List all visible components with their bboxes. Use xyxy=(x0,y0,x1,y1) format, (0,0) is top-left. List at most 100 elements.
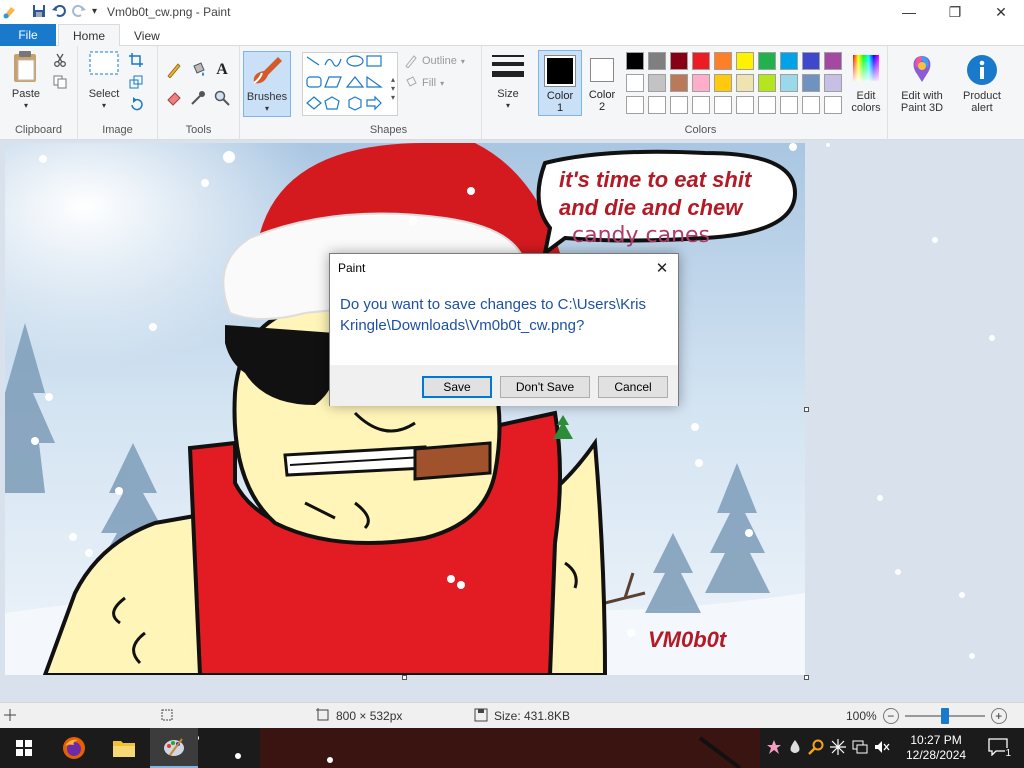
resize-handle-corner[interactable] xyxy=(804,675,809,680)
tab-file[interactable]: File xyxy=(0,24,56,46)
palette-swatch[interactable] xyxy=(780,74,798,92)
crop-icon[interactable] xyxy=(128,52,144,68)
save-icon[interactable] xyxy=(32,4,46,21)
dialog-title: Paint xyxy=(338,261,366,275)
fill-button[interactable]: Fill ▾ xyxy=(404,76,444,90)
zoom-out-icon[interactable]: − xyxy=(882,708,899,724)
redo-icon[interactable] xyxy=(72,4,86,21)
tab-home[interactable]: Home xyxy=(58,24,121,47)
palette-swatch[interactable] xyxy=(824,96,842,114)
volume-muted-icon[interactable] xyxy=(874,740,890,757)
palette-swatch[interactable] xyxy=(626,52,644,70)
shapes-scroll-icon[interactable]: ▴ ▾ ▾ xyxy=(391,75,395,102)
taskbar-file-explorer[interactable] xyxy=(100,728,148,768)
palette-swatch[interactable] xyxy=(802,74,820,92)
palette-swatch[interactable] xyxy=(736,52,754,70)
notification-center-button[interactable]: 1 xyxy=(988,738,1013,760)
palette-swatch[interactable] xyxy=(802,52,820,70)
search-tray-icon[interactable] xyxy=(808,739,824,758)
text-icon[interactable]: A xyxy=(214,61,230,78)
magnifier-icon[interactable] xyxy=(214,90,230,106)
minimize-button[interactable]: — xyxy=(886,0,932,24)
colors-group-label: Colors xyxy=(684,124,717,136)
palette-swatch[interactable] xyxy=(758,74,776,92)
resize-icon[interactable] xyxy=(128,74,144,90)
tab-view[interactable]: View xyxy=(120,24,174,47)
palette-swatch[interactable] xyxy=(670,74,688,92)
palette-swatch[interactable] xyxy=(692,74,710,92)
close-button[interactable]: ✕ xyxy=(978,0,1024,24)
dont-save-button[interactable]: Don't Save xyxy=(500,376,590,398)
palette-swatch[interactable] xyxy=(824,52,842,70)
rotate-icon[interactable] xyxy=(128,96,144,112)
fill-bucket-icon[interactable] xyxy=(190,62,206,78)
clipboard-group: Paste ▾ Clipboard xyxy=(0,46,78,140)
file-size-text: Size: 431.8KB xyxy=(494,709,571,723)
zoom-in-icon[interactable]: + xyxy=(990,708,1007,724)
palette-swatch[interactable] xyxy=(714,74,732,92)
palette-swatch[interactable] xyxy=(648,96,666,114)
resize-handle-right[interactable] xyxy=(804,407,809,412)
resize-handle-bottom[interactable] xyxy=(402,675,407,680)
palette-swatch[interactable] xyxy=(714,52,732,70)
zoom-slider-thumb[interactable] xyxy=(940,708,949,724)
palette-swatch[interactable] xyxy=(758,52,776,70)
palette-swatch[interactable] xyxy=(648,52,666,70)
customize-toolbar-icon[interactable]: ▾ xyxy=(92,4,97,20)
eraser-icon[interactable] xyxy=(166,90,182,106)
palette-swatch[interactable] xyxy=(780,52,798,70)
palette-swatch[interactable] xyxy=(736,74,754,92)
cut-icon[interactable] xyxy=(52,52,68,68)
undo-icon[interactable] xyxy=(52,4,66,21)
cancel-button[interactable]: Cancel xyxy=(598,376,668,398)
palette-swatch[interactable] xyxy=(824,74,842,92)
palette-swatch[interactable] xyxy=(670,96,688,114)
network-icon[interactable] xyxy=(852,740,868,757)
edit-with-paint3d-button[interactable]: Edit with Paint 3D xyxy=(892,54,952,114)
size-icon xyxy=(492,55,524,77)
paint-canvas[interactable]: it's time to eat shit and die and chew c… xyxy=(5,143,805,675)
paint3d-label2: Paint 3D xyxy=(900,102,944,114)
ribbon-tabs: File Home View xyxy=(0,24,1024,47)
color-picker-icon[interactable] xyxy=(190,90,206,106)
maximize-button[interactable]: ❐ xyxy=(932,0,978,24)
outline-button[interactable]: Outline ▾ xyxy=(404,54,465,68)
fill-label: Fill xyxy=(422,77,437,89)
palette-swatch[interactable] xyxy=(670,52,688,70)
start-button[interactable] xyxy=(0,728,48,768)
shapes-group: ▴ ▾ ▾ Outline ▾ Fill ▾ Shapes xyxy=(296,46,482,140)
product-alert-button[interactable]: Product alert xyxy=(956,54,1008,114)
palette-swatch[interactable] xyxy=(648,74,666,92)
tray-app-icon[interactable] xyxy=(766,739,782,758)
palette-swatch[interactable] xyxy=(692,96,710,114)
clipboard-group-label: Clipboard xyxy=(14,124,63,136)
brushes-label: Brushes xyxy=(246,91,288,103)
select-dropdown-icon: ▾ xyxy=(101,101,106,110)
palette-swatch[interactable] xyxy=(758,96,776,114)
palette-swatch[interactable] xyxy=(780,96,798,114)
palette-swatch[interactable] xyxy=(626,96,644,114)
edit-colors-button[interactable]: Edit colors xyxy=(846,54,886,114)
taskbar-paint[interactable] xyxy=(150,728,198,768)
sun-tray-icon[interactable] xyxy=(830,738,846,758)
size-button[interactable]: Size ▾ xyxy=(488,54,528,112)
paste-button[interactable]: Paste ▾ xyxy=(6,50,46,112)
shapes-gallery[interactable]: ▴ ▾ ▾ xyxy=(302,52,398,116)
pencil-icon[interactable] xyxy=(166,62,182,78)
edit-colors-label1: Edit xyxy=(856,90,876,102)
palette-swatch[interactable] xyxy=(736,96,754,114)
select-button[interactable]: Select ▾ xyxy=(82,50,126,112)
dialog-close-icon[interactable]: ✕ xyxy=(652,258,672,278)
palette-swatch[interactable] xyxy=(714,96,732,114)
droplet-icon[interactable] xyxy=(788,739,802,758)
brushes-button[interactable]: Brushes ▾ xyxy=(243,51,291,117)
zoom-level: 100% xyxy=(846,709,877,723)
zoom-slider[interactable] xyxy=(904,708,985,724)
taskbar-firefox[interactable] xyxy=(50,728,98,768)
save-button[interactable]: Save xyxy=(422,376,492,398)
palette-swatch[interactable] xyxy=(626,74,644,92)
palette-swatch[interactable] xyxy=(692,52,710,70)
copy-icon[interactable] xyxy=(52,74,68,90)
palette-swatch[interactable] xyxy=(802,96,820,114)
clock[interactable]: 10:27 PM 12/28/2024 xyxy=(906,733,966,763)
